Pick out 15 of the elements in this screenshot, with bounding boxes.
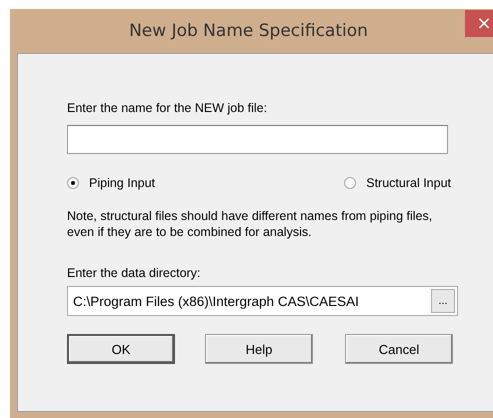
dialog-button[interactable]: OK — [67, 334, 175, 364]
window-title: New Job Name Specification — [129, 21, 368, 41]
radio-label[interactable]: Structural Input — [366, 176, 451, 190]
radio-button[interactable] — [344, 177, 356, 189]
note-text: Note, structural files should have different names from piping files, even if they are to be combined for analysis. — [67, 208, 434, 240]
close-button[interactable]: × — [465, 10, 493, 37]
directory-field[interactable]: C:\Program Files (x86)\Intergraph CAS\CAESAI ... — [67, 286, 458, 316]
radio-button[interactable] — [67, 177, 79, 189]
dialog-button[interactable]: Cancel — [345, 334, 453, 364]
browse-button[interactable]: ... — [431, 289, 455, 313]
radio-label[interactable]: Piping Input — [89, 176, 156, 190]
field-label: Enter the name for the NEW job file: — [67, 101, 268, 115]
job-name-field[interactable] — [67, 125, 448, 154]
field-label: Enter the data directory: — [67, 266, 202, 280]
dialog-button[interactable]: Help — [205, 334, 313, 364]
